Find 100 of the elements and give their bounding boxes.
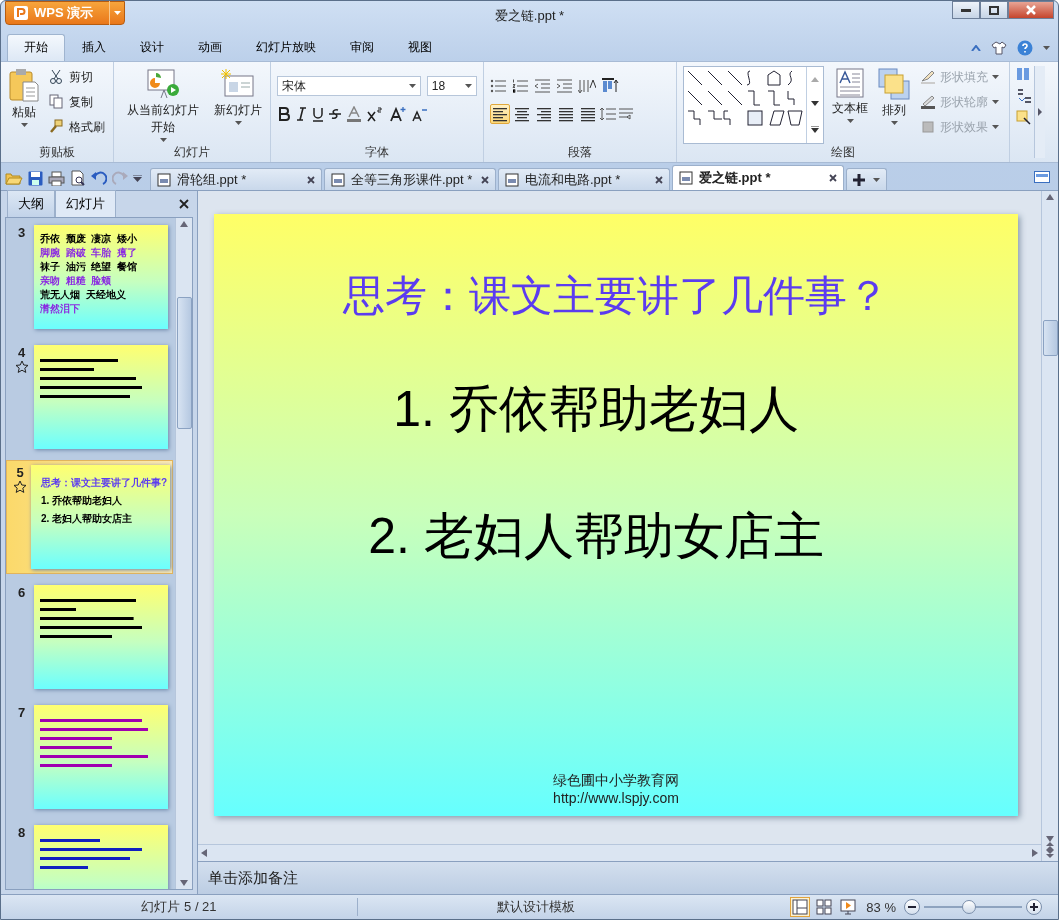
document-tab[interactable]: 滑轮组.ppt * <box>150 168 322 190</box>
document-icon <box>505 172 519 187</box>
italic-icon[interactable] <box>294 106 308 122</box>
slide-thumbnail-row[interactable]: 6 <box>6 580 173 694</box>
collapse-ribbon-icon[interactable] <box>971 45 981 51</box>
scroll-up-icon[interactable] <box>1046 194 1054 200</box>
tab-close-icon[interactable] <box>481 175 489 184</box>
start-from-current-button[interactable]: 从当前幻灯片开始 <box>120 66 206 144</box>
panel-tab[interactable]: 大纲 <box>7 190 55 217</box>
slide-thumbnail-row[interactable]: 3 乔依 颓废 凄凉 矮小 脚腕 踏破 车胎 瘪了 袜子 油污 绝望 餐馆 亲吻 粗糙 脸颊 荒无人烟 天经地义 潸然泪下 <box>6 220 173 334</box>
save-icon[interactable] <box>28 170 43 186</box>
ribbon-tab[interactable]: 插入 <box>65 34 123 61</box>
document-tab[interactable]: 爱之链.ppt * <box>672 165 844 190</box>
clipboard-command[interactable]: 格式刷 <box>47 116 107 138</box>
undo-icon[interactable] <box>91 171 107 185</box>
scissors-icon <box>49 69 65 85</box>
slide-bullet-text: 1. 乔依帮助老妇人 <box>393 380 799 439</box>
slide-thumbnail[interactable]: 思考：课文主要讲了几件事? 1. 乔依帮助老妇人 2. 老妇人帮助女店主 <box>31 465 170 569</box>
zoom-slider-thumb[interactable] <box>962 900 977 914</box>
underline-icon[interactable] <box>311 106 325 122</box>
shirt-icon[interactable] <box>991 41 1007 55</box>
view-button[interactable] <box>814 897 835 917</box>
panel-tab[interactable]: 幻灯片 <box>55 190 116 217</box>
close-button[interactable] <box>1008 1 1054 19</box>
strikethrough-icon[interactable] <box>328 106 342 122</box>
slide-thumbnail[interactable] <box>34 345 168 449</box>
font-color-icon[interactable] <box>345 106 363 122</box>
vertical-scrollbar[interactable] <box>1041 191 1058 861</box>
panel-close-button[interactable] <box>179 199 189 209</box>
scroll-down-icon[interactable] <box>180 880 188 886</box>
previous-slide-icon[interactable] <box>1046 842 1054 850</box>
tab-close-icon[interactable] <box>829 174 837 182</box>
textbox-button[interactable]: 文本框 <box>830 66 870 144</box>
view-button[interactable] <box>838 897 859 917</box>
line-spacing-icon[interactable] <box>600 107 616 121</box>
slide-thumbnail[interactable] <box>34 705 168 809</box>
thumbnail-scrollbar[interactable] <box>175 218 192 889</box>
square-icon <box>920 119 936 135</box>
print-preview-icon[interactable] <box>70 170 86 186</box>
font-size-field[interactable]: 18 <box>426 76 477 96</box>
select-icon[interactable] <box>1016 110 1032 126</box>
maximize-button[interactable] <box>980 1 1008 19</box>
new-tab-button[interactable] <box>846 168 887 190</box>
paste-button[interactable]: 粘贴 <box>7 66 41 144</box>
ribbon-scroll-right-icon[interactable] <box>1038 108 1042 116</box>
document-tab[interactable]: 全等三角形课件.ppt * <box>324 168 496 190</box>
ribbon-tab[interactable]: 动画 <box>181 34 239 61</box>
thumbnail-text: 荒无人烟 天经地义 <box>40 289 127 301</box>
align-button[interactable] <box>490 104 510 124</box>
print-icon[interactable] <box>48 170 65 186</box>
numbered-list-icon[interactable] <box>512 79 528 93</box>
slide-thumbnail-row[interactable]: 5 思考：课文主要讲了几件事? 1. 乔依帮助老妇人 2. 老妇人帮助女店主 <box>6 460 173 574</box>
slide-title: 思考：课文主要讲了几件事？ <box>343 272 889 321</box>
scroll-right-icon[interactable] <box>1032 849 1038 857</box>
font-name-field[interactable]: 宋体 <box>277 76 421 96</box>
window-layout-icon[interactable] <box>1034 170 1050 183</box>
scrollbar-thumb[interactable] <box>176 297 192 429</box>
notes-prompt[interactable]: 单击添加备注 <box>208 868 298 888</box>
zoom-out-button[interactable] <box>904 899 920 915</box>
view-button[interactable] <box>790 897 811 917</box>
tab-close-icon[interactable] <box>307 175 315 184</box>
document-tab[interactable]: 电流和电路.ppt * <box>498 168 670 190</box>
align-icon <box>492 106 508 122</box>
ribbon-tab[interactable]: 视图 <box>391 34 449 61</box>
shrink-font-icon[interactable] <box>410 106 428 122</box>
grow-font-icon[interactable] <box>389 106 407 122</box>
scroll-up-icon[interactable] <box>180 221 188 227</box>
scroll-down-icon[interactable] <box>1046 836 1054 842</box>
slide-thumbnail-row[interactable]: 4 <box>6 340 173 454</box>
slide-thumbnail-row[interactable]: 8 <box>6 820 173 889</box>
thumbnail-text: 袜子 油污 绝望 餐馆 <box>40 261 138 273</box>
minimize-button[interactable] <box>952 1 980 19</box>
clipboard-command[interactable]: 复制 <box>47 91 107 113</box>
ribbon-tab[interactable]: 设计 <box>123 34 181 61</box>
text-direction-icon[interactable] <box>578 79 596 93</box>
scroll-left-icon[interactable] <box>201 849 207 857</box>
ribbon-tab[interactable]: 幻灯片放映 <box>239 34 333 61</box>
zoom-in-button[interactable] <box>1026 899 1042 915</box>
slide-thumbnail-row[interactable]: 7 <box>6 700 173 814</box>
slide-footer-text: http://www.lspjy.com <box>553 790 679 806</box>
slide-number: 4 <box>18 345 26 360</box>
customize-toolbar-icon[interactable] <box>133 174 142 182</box>
clipboard-command[interactable]: 剪切 <box>47 66 107 88</box>
next-slide-icon[interactable] <box>1046 850 1054 858</box>
scrollbar-thumb[interactable] <box>1042 320 1058 356</box>
slide-thumbnail[interactable] <box>34 585 168 689</box>
bullet-list-icon[interactable] <box>490 79 506 93</box>
replace-icon[interactable] <box>1016 88 1034 104</box>
ribbon-tab[interactable]: 审阅 <box>333 34 391 61</box>
slide-thumbnail[interactable]: 乔依 颓废 凄凉 矮小 脚腕 踏破 车胎 瘪了 袜子 油污 绝望 餐馆 亲吻 粗糙 脸颊 荒无人烟 天经地义 潸然泪下 <box>34 225 168 329</box>
thumbnail-text: 1. 乔依帮助老妇人 <box>41 495 124 507</box>
ribbon-tab[interactable]: 开始 <box>7 34 65 61</box>
help-icon[interactable] <box>1017 40 1033 56</box>
vertical-align-icon[interactable] <box>602 78 620 94</box>
bold-icon[interactable] <box>277 106 291 122</box>
arrange-button[interactable]: 排列 <box>876 66 912 144</box>
slide-number: 8 <box>18 825 26 840</box>
new-slide-button[interactable]: 新幻灯片 <box>212 66 264 144</box>
shape-gallery[interactable] <box>683 66 824 144</box>
tab-close-icon[interactable] <box>655 175 663 184</box>
